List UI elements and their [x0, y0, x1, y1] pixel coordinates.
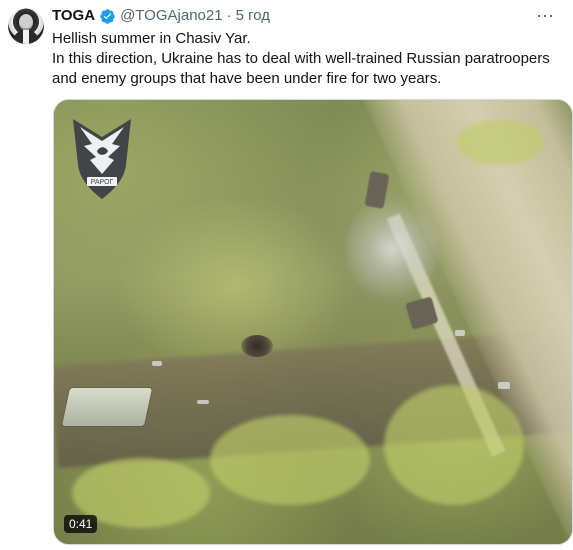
tweet-line-3: and enemy groups that have been under fi…: [52, 70, 442, 87]
more-options-icon[interactable]: ⋯: [535, 6, 555, 26]
avatar[interactable]: [8, 8, 44, 44]
white-vehicle: [61, 388, 153, 426]
grass-patch: [210, 415, 370, 505]
grass-patch: [456, 120, 544, 165]
meta-separator: ·: [226, 7, 232, 24]
tweet-line-1: Hellish summer in Chasiv Yar.: [52, 30, 251, 47]
smoke-cloud: [346, 194, 438, 304]
debris: [152, 361, 162, 366]
handle[interactable]: @TOGAjano21: [120, 6, 223, 26]
grass-patch: [384, 385, 524, 505]
avatar-shirt: [23, 30, 29, 44]
avatar-face: [19, 14, 33, 30]
tweet-card: TOGA @TOGAjano21 · 5 год ⋯ Hellish summe…: [0, 0, 573, 550]
watermark-text: РАРОГ: [91, 179, 114, 186]
display-name[interactable]: TOGA: [52, 6, 95, 26]
tweet-line-2: In this direction, Ukraine has to deal w…: [52, 50, 550, 67]
tweet-header: TOGA @TOGAjano21 · 5 год ⋯: [52, 5, 555, 27]
debris: [455, 330, 465, 336]
raptor-logo-icon: РАРОГ: [71, 117, 133, 201]
tweet-text: Hellish summer in Chasiv Yar. In this di…: [52, 29, 567, 89]
crater: [241, 335, 273, 357]
debris: [197, 400, 209, 404]
video-media[interactable]: РАРОГ 0:41: [53, 99, 573, 545]
debris: [498, 382, 510, 389]
post-time[interactable]: 5 год: [236, 6, 270, 26]
verified-badge-icon: [99, 8, 116, 25]
video-duration: 0:41: [64, 515, 98, 533]
